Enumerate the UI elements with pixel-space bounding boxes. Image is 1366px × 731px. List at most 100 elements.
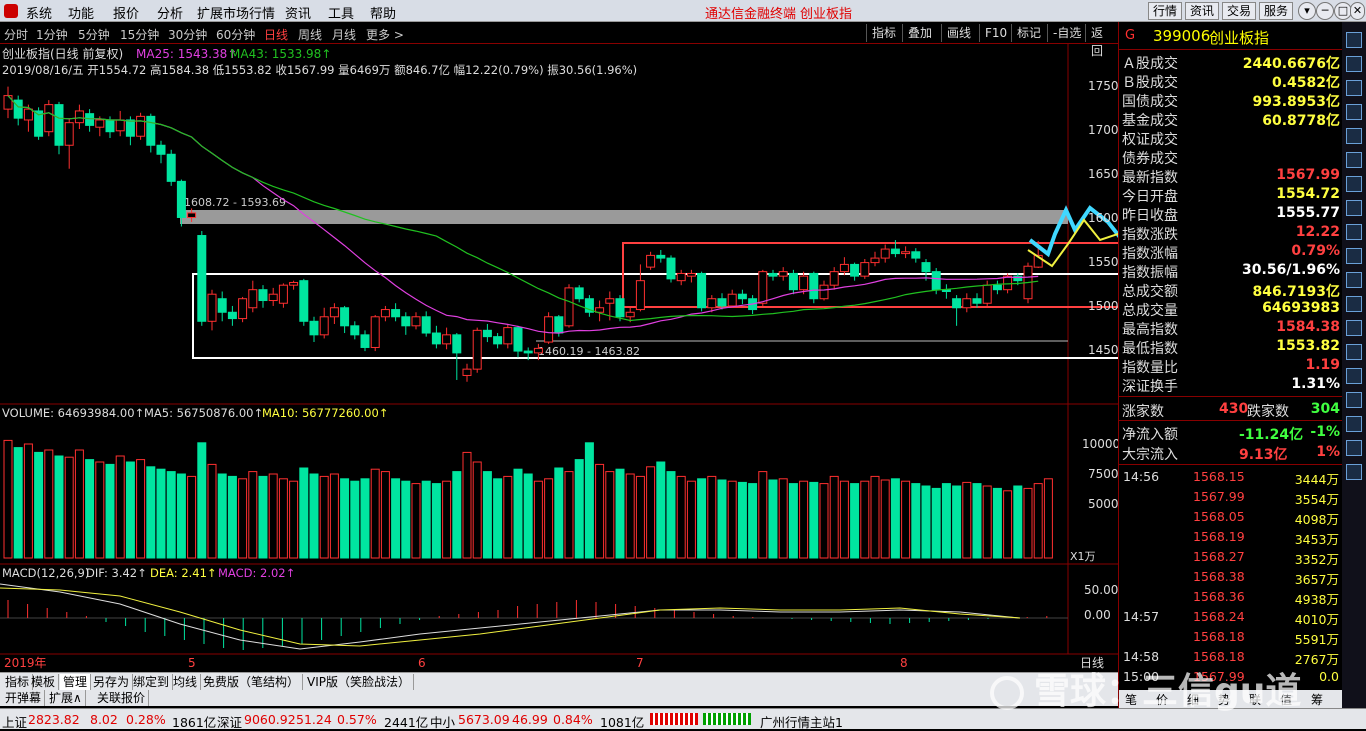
menu-tools[interactable]: 工具	[328, 3, 354, 22]
quote-row-value: 1.19	[1305, 357, 1340, 373]
sz-label: 深证	[217, 715, 243, 730]
rsi-icon[interactable]	[1346, 248, 1362, 264]
macd-dif-line	[0, 583, 1021, 650]
price-tick-1600: 1600	[1088, 211, 1118, 225]
period-tick[interactable]: 分时	[4, 26, 28, 43]
bottom-tab-2[interactable]: 开弹幕	[2, 690, 46, 706]
btn-service[interactable]: 服务	[1259, 2, 1294, 20]
bottom-tab-2[interactable]: 扩展∧	[46, 690, 86, 706]
bottom-tab[interactable]: 管理	[60, 674, 92, 690]
tick-price: 1568.05	[1193, 509, 1245, 524]
close-icon[interactable]: ✕	[1350, 2, 1365, 20]
menu-help[interactable]: 帮助	[370, 3, 396, 22]
period-daily[interactable]: 日线	[264, 26, 288, 43]
f10-icon[interactable]	[1346, 200, 1362, 216]
compass-icon[interactable]	[1346, 272, 1362, 288]
tick-price: 1568.36	[1193, 589, 1245, 604]
menu-ext-market[interactable]: 扩展市场行情	[197, 3, 275, 22]
btn-quote[interactable]: 行情	[1148, 2, 1183, 20]
period-weekly[interactable]: 周线	[298, 26, 322, 43]
candle-body	[1003, 275, 1013, 291]
candle-body	[493, 336, 503, 345]
period-30min[interactable]: 30分钟	[168, 26, 207, 43]
candle-body	[982, 284, 992, 304]
tick-volume: 3352万	[1294, 552, 1339, 567]
cross-icon[interactable]	[1346, 296, 1362, 312]
volume-bar	[421, 480, 431, 559]
candle-body	[768, 272, 778, 277]
btn-trade[interactable]: 交易	[1222, 2, 1257, 20]
candle-body	[64, 122, 74, 146]
bottom-tab-2[interactable]: 关联报价	[94, 690, 150, 706]
bottom-tab[interactable]: 均线	[170, 674, 202, 690]
pen-icon[interactable]	[1346, 368, 1362, 384]
tool-indicator[interactable]: 指标	[866, 24, 901, 42]
bottom-tab[interactable]: VIP版（笑脸战法）	[304, 674, 414, 690]
quote-row-value: 30.56/1.96%	[1242, 262, 1340, 278]
period-15min[interactable]: 15分钟	[120, 26, 159, 43]
bottom-tab[interactable]: 模板	[28, 674, 60, 690]
flag-icon[interactable]	[1346, 104, 1362, 120]
chart-icon[interactable]	[1346, 152, 1362, 168]
period-1min[interactable]: 1分钟	[36, 26, 68, 43]
volume-bar	[595, 463, 605, 559]
period-monthly[interactable]: 月线	[332, 26, 356, 43]
candle-body	[217, 298, 227, 313]
plus-icon[interactable]	[1346, 440, 1362, 456]
zx-label: 中小	[430, 715, 456, 730]
tool-f10[interactable]: F10	[979, 24, 1012, 42]
volume-bar	[44, 449, 54, 559]
grid-icon[interactable]	[1346, 128, 1362, 144]
menu-quote[interactable]: 报价	[113, 3, 139, 22]
bottom-tab[interactable]: 另存为	[90, 674, 134, 690]
volume-bar	[319, 475, 329, 559]
candle-body	[156, 144, 166, 155]
candle-body	[717, 298, 727, 307]
bottom-tab[interactable]: 绑定到	[130, 674, 174, 690]
candle-body	[564, 287, 574, 327]
period-more[interactable]: 更多 >	[366, 26, 404, 43]
fs-icon[interactable]	[1346, 392, 1362, 408]
doc-icon[interactable]	[1346, 176, 1362, 192]
zoom-out-icon[interactable]	[1346, 344, 1362, 360]
menu-function[interactable]: 功能	[68, 3, 94, 22]
period-60min[interactable]: 60分钟	[216, 26, 255, 43]
tool-draw[interactable]: 画线	[941, 24, 976, 42]
k-icon[interactable]	[1346, 80, 1362, 96]
volume-bar	[646, 466, 656, 559]
menu-info[interactable]: 资讯	[285, 3, 311, 22]
tool-watchlist[interactable]: -自选	[1047, 24, 1086, 42]
kline-chart[interactable]: 1608.72 - 1593.69 1460.19 - 1463.82 1750…	[0, 44, 1118, 674]
bottom-tab[interactable]: 免费版（笔结构）	[200, 674, 304, 690]
resistance-zone-label: 1608.72 - 1593.69	[184, 196, 286, 209]
zoom-in-icon[interactable]	[1346, 320, 1362, 336]
tool-mark[interactable]: 标记	[1011, 24, 1046, 42]
rank-icon[interactable]	[1346, 224, 1362, 240]
quote-row-value: 1554.72	[1276, 186, 1340, 202]
tool-back[interactable]: 返回	[1085, 24, 1118, 58]
period-5min[interactable]: 5分钟	[78, 26, 110, 43]
server-station[interactable]: 广州行情主站1	[760, 712, 843, 731]
tool-overlay[interactable]: 叠加	[902, 24, 937, 42]
volume-bar	[125, 461, 135, 559]
list-icon[interactable]	[1346, 56, 1362, 72]
volume-bar	[982, 485, 992, 559]
up-arrow-icon[interactable]	[1346, 32, 1362, 48]
price-tick-1700: 1700	[1088, 123, 1118, 137]
quote-row-label: 权证成交	[1122, 132, 1178, 148]
quote-row: 最低指数 1553.82	[1119, 337, 1343, 357]
macd-dif-label: DIF: 3.42↑	[86, 566, 147, 580]
volume-bar	[23, 443, 33, 559]
candle-body	[329, 307, 339, 318]
text-icon[interactable]	[1346, 416, 1362, 432]
menu-system[interactable]: 系统	[26, 3, 52, 22]
arrow-icon[interactable]	[1346, 464, 1362, 480]
tick-price: 1568.27	[1193, 549, 1245, 564]
btn-info[interactable]: 资讯	[1185, 2, 1220, 20]
menu-analysis[interactable]: 分析	[157, 3, 183, 22]
candle-body	[686, 272, 696, 277]
up-ratio-bar	[650, 713, 698, 725]
dropdown-icon[interactable]: ▾	[1298, 2, 1316, 20]
quote-row: 总成交量 64693983	[1119, 299, 1343, 319]
minimize-icon[interactable]: ─	[1316, 2, 1334, 20]
